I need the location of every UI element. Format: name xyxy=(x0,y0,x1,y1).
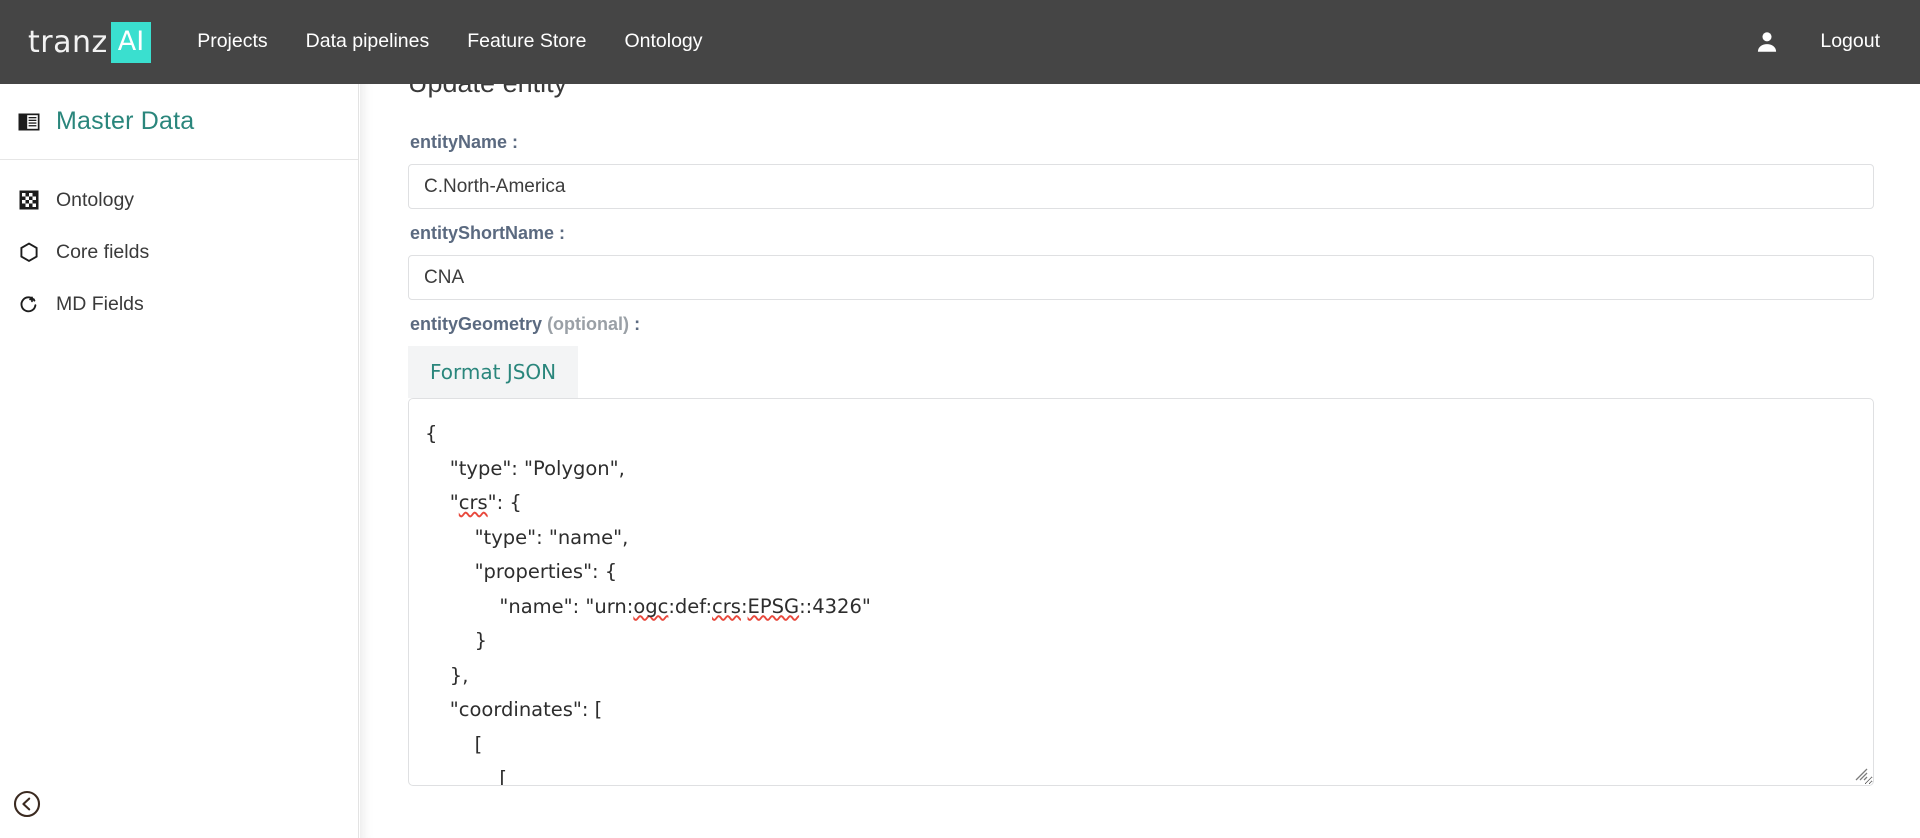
json-line: }, xyxy=(425,663,469,687)
entity-geometry-label-main: entityGeometry xyxy=(410,314,543,334)
entity-geometry-label: entityGeometry (optional) : xyxy=(410,314,1888,335)
entity-geometry-editor-wrap: { "type": "Polygon", "crs": { "type": "n… xyxy=(408,398,1874,786)
left-sidebar: Master Data Ontology Core fields MD Fiel… xyxy=(0,84,359,838)
sidebar-item-md-fields[interactable]: MD Fields xyxy=(0,278,358,330)
misspelled-word: EPSG xyxy=(747,594,800,618)
json-line: [ xyxy=(425,732,483,756)
logout-button[interactable]: Logout xyxy=(1820,32,1880,52)
chevron-left-circle-icon[interactable] xyxy=(13,790,41,818)
entity-geometry-optional-tag: (optional) xyxy=(547,314,630,334)
misspelled-word: crs xyxy=(458,491,488,514)
json-line: "type": "Polygon", xyxy=(425,456,625,480)
entity-geometry-json-textarea[interactable]: { "type": "Polygon", "crs": { "type": "n… xyxy=(408,398,1874,786)
sidebar-header[interactable]: Master Data xyxy=(0,84,358,160)
json-line: "coordinates": [ xyxy=(425,698,603,721)
top-navigation-bar: tranz AI Projects Data pipelines Feature… xyxy=(0,0,1920,84)
main-content-panel: Update entity entityName : entityShortNa… xyxy=(360,84,1920,838)
sidebar-title: Master Data xyxy=(56,107,195,135)
misspelled-word: crs xyxy=(712,594,741,618)
nav-right-group: Logout xyxy=(1754,29,1880,55)
entity-name-input[interactable] xyxy=(408,164,1874,209)
brand-logo[interactable]: tranz AI xyxy=(28,21,152,63)
hexagon-icon xyxy=(18,242,40,263)
page-title: Update entity xyxy=(408,84,1888,102)
json-line: "properties": { xyxy=(425,560,618,583)
nav-link-projects[interactable]: Projects xyxy=(195,24,269,60)
nav-link-feature-store[interactable]: Feature Store xyxy=(465,24,588,60)
book-icon xyxy=(18,112,40,132)
sidebar-menu: Ontology Core fields MD Fields xyxy=(0,160,358,330)
json-line: { xyxy=(425,422,438,445)
user-icon[interactable] xyxy=(1754,29,1780,55)
format-json-button[interactable]: Format JSON xyxy=(408,346,579,398)
entity-short-name-label: entityShortName : xyxy=(410,223,566,243)
entity-short-name-input[interactable] xyxy=(408,255,1874,300)
refresh-icon xyxy=(18,294,40,315)
nav-link-ontology[interactable]: Ontology xyxy=(622,24,704,60)
json-line: } xyxy=(425,629,487,652)
checkerboard-icon xyxy=(18,190,40,210)
sidebar-item-ontology[interactable]: Ontology xyxy=(0,174,358,226)
entity-name-label: entityName : xyxy=(410,132,519,152)
sidebar-item-label: MD Fields xyxy=(56,292,144,315)
sidebar-item-label: Core fields xyxy=(56,240,150,263)
entity-geometry-label-colon: : xyxy=(634,314,641,334)
json-line: "name": "urn:ogc:def:crs:EPSG::4326" xyxy=(425,594,871,618)
brand-wordmark: tranz xyxy=(28,24,108,60)
primary-nav: Projects Data pipelines Feature Store On… xyxy=(195,24,704,60)
json-line: "type": "name", xyxy=(425,525,629,549)
nav-link-data-pipelines[interactable]: Data pipelines xyxy=(304,24,432,60)
json-line: [ xyxy=(425,767,507,786)
brand-ai-badge: AI xyxy=(110,21,152,63)
misspelled-word: ogc xyxy=(633,594,669,618)
form-container: Update entity entityName : entityShortNa… xyxy=(360,84,1920,786)
json-line: "crs": { xyxy=(425,491,522,514)
sidebar-item-core-fields[interactable]: Core fields xyxy=(0,226,358,278)
sidebar-item-label: Ontology xyxy=(56,188,135,211)
